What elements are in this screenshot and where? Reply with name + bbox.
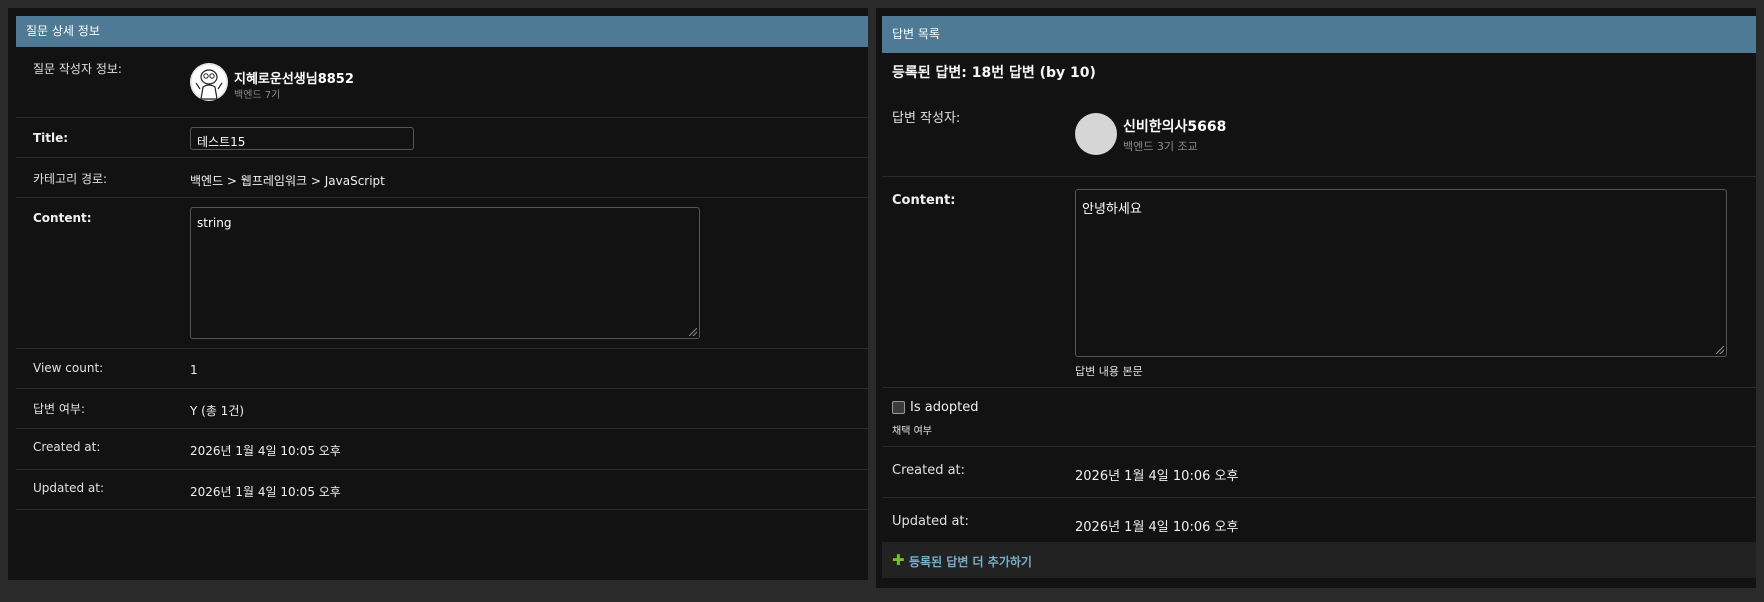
content-textarea[interactable]: string (190, 207, 700, 339)
view-count-value: 1 (190, 363, 198, 377)
answer-status-value: Y (총 1건) (190, 404, 245, 418)
add-answer-link[interactable]: 등록된 답변 더 추가하기 (909, 553, 1032, 570)
updated-row: Updated at: 2026년 1월 4일 10:05 오후 (16, 470, 868, 510)
answer-content-row: Content: 안녕하세요 답변 내용 본문 (882, 177, 1756, 388)
answer-list-panel: 답변 목록 등록된 답변: 18번 답변 (by 10) 답변 작성자: 신비한… (876, 8, 1756, 588)
question-detail-header: 질문 상세 정보 (16, 16, 868, 47)
avatar-cartoon-icon (190, 63, 228, 101)
title-row: Title: 테스트15 (16, 118, 868, 158)
answer-created-value: 2026년 1월 4일 10:06 오후 (1075, 469, 1239, 484)
category-value: 백엔드 > 웹프레임워크 > JavaScript (190, 174, 385, 188)
answer-updated-label: Updated at: (892, 514, 969, 529)
content-row: Content: string (16, 198, 868, 349)
category-label: 카테고리 경로: (33, 172, 108, 186)
question-detail-panel: 질문 상세 정보 질문 작성자 정보: 지혜로운선생님8852 백엔드 7기 T… (8, 8, 868, 580)
answer-author-name: 신비한의사5668 (1123, 119, 1227, 135)
answer-content-textarea[interactable]: 안녕하세요 (1075, 189, 1727, 357)
answer-author-sub: 백엔드 3기 조교 (1123, 140, 1198, 153)
avatar (1075, 113, 1117, 155)
resize-grip-icon[interactable] (1716, 346, 1724, 354)
answer-author-label: 답변 작성자: (892, 111, 961, 126)
title-input[interactable]: 테스트15 (190, 127, 414, 150)
resize-grip-icon[interactable] (689, 328, 697, 336)
title-label: Title: (33, 131, 69, 145)
answer-updated-row: Updated at: 2026년 1월 4일 10:06 오후 (882, 498, 1756, 542)
created-value: 2026년 1월 4일 10:05 오후 (190, 444, 341, 458)
question-author-name: 지혜로운선생님8852 (234, 72, 354, 87)
answer-created-row: Created at: 2026년 1월 4일 10:06 오후 (882, 447, 1756, 498)
answer-content-text: 안녕하세요 (1082, 202, 1142, 217)
question-author-label: 질문 작성자 정보: (33, 62, 122, 76)
answer-content-help: 답변 내용 본문 (1075, 365, 1143, 378)
add-answer-bar: ✚ 등록된 답변 더 추가하기 (882, 542, 1756, 578)
answer-author-row: 답변 작성자: 신비한의사5668 백엔드 3기 조교 (882, 88, 1756, 177)
answer-list-header: 답변 목록 (882, 16, 1756, 53)
adopted-label[interactable]: Is adopted (910, 400, 979, 415)
adopted-checkbox[interactable] (892, 401, 905, 414)
question-author-sub: 백엔드 7기 (234, 90, 281, 101)
answer-status-row: 답변 여부: Y (총 1건) (16, 389, 868, 429)
created-row: Created at: 2026년 1월 4일 10:05 오후 (16, 429, 868, 470)
adopted-row: Is adopted 채택 여부 (882, 388, 1756, 447)
updated-label: Updated at: (33, 481, 104, 495)
content-text: string (197, 216, 232, 230)
answer-subtitle: 등록된 답변: 18번 답변 (by 10) (892, 65, 1096, 81)
avatar (190, 63, 228, 101)
updated-value: 2026년 1월 4일 10:05 오후 (190, 485, 341, 499)
content-label: Content: (33, 211, 92, 225)
question-author-row: 질문 작성자 정보: 지혜로운선생님8852 백엔드 7기 (16, 47, 868, 118)
created-label: Created at: (33, 440, 101, 454)
view-count-label: View count: (33, 361, 104, 375)
category-row: 카테고리 경로: 백엔드 > 웹프레임워크 > JavaScript (16, 158, 868, 198)
answer-status-label: 답변 여부: (33, 402, 86, 416)
answer-updated-value: 2026년 1월 4일 10:06 오후 (1075, 520, 1239, 535)
adopted-help: 채택 여부 (892, 426, 932, 437)
plus-icon[interactable]: ✚ (892, 551, 905, 569)
answer-content-label: Content: (892, 193, 956, 208)
answer-created-label: Created at: (892, 463, 966, 478)
view-count-row: View count: 1 (16, 349, 868, 389)
